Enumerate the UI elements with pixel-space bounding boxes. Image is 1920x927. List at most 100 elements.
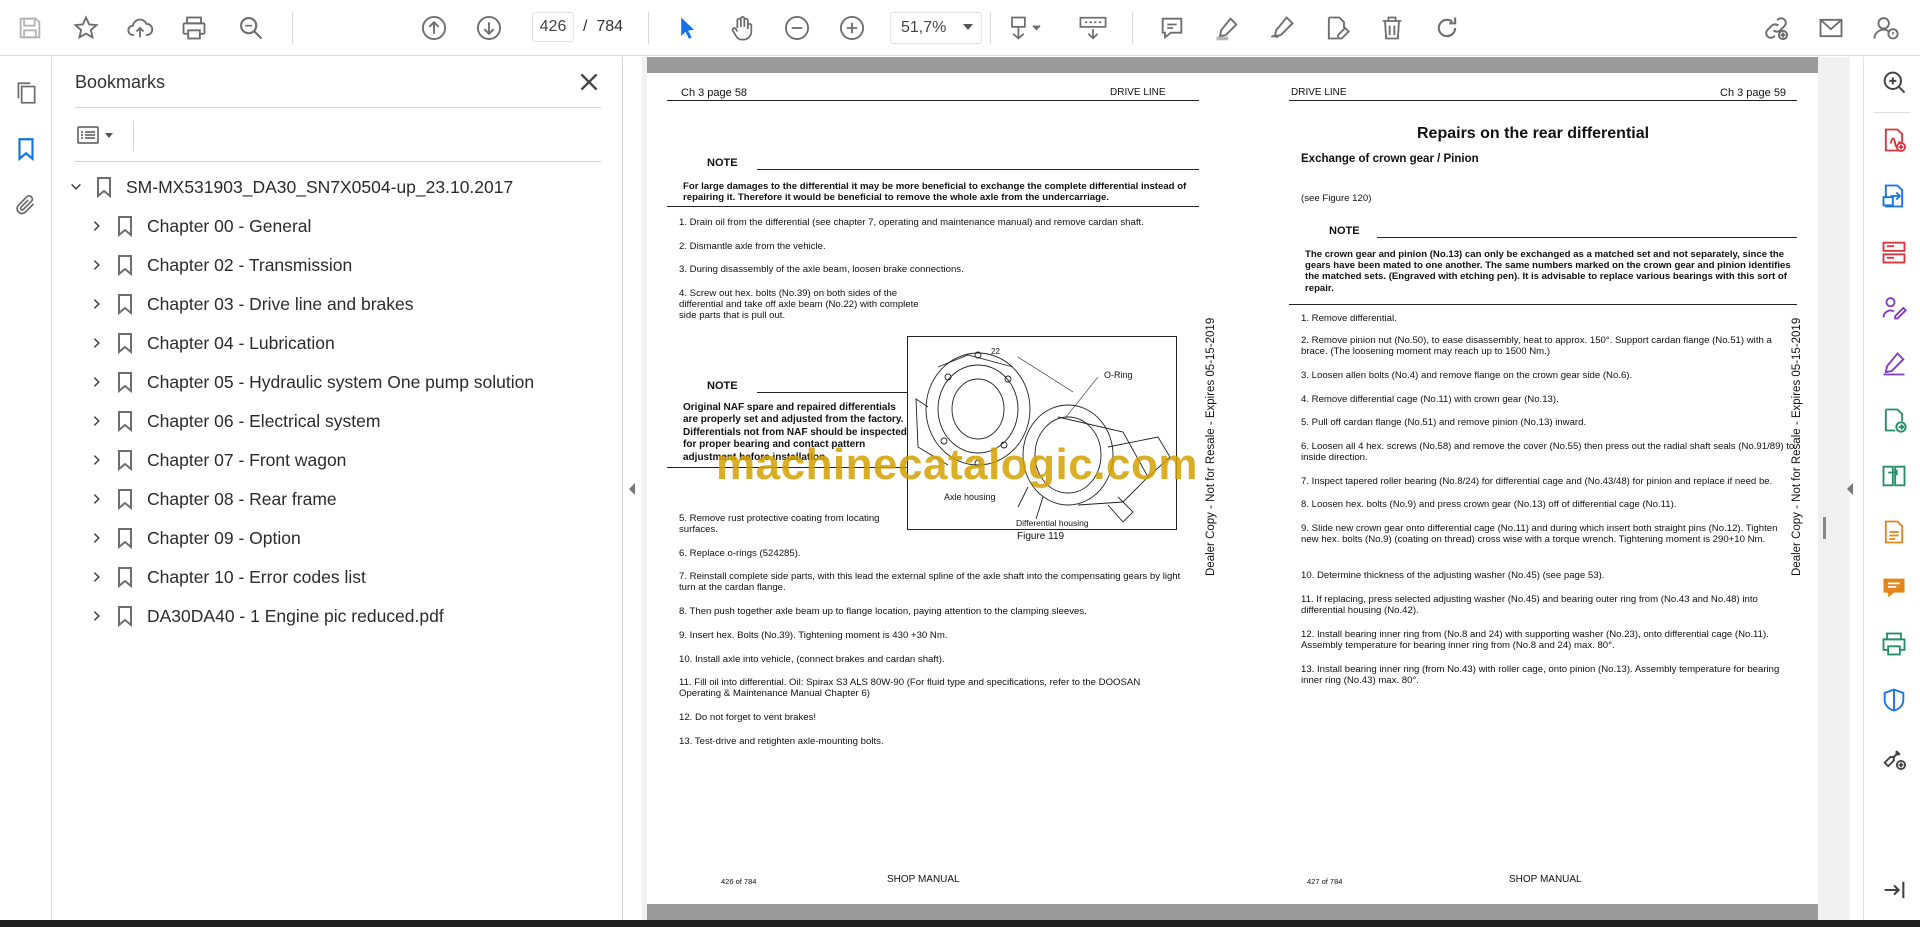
next-page-icon[interactable]	[471, 10, 507, 46]
bookmark-label: Chapter 09 - Option	[147, 527, 301, 548]
zoom-out-icon[interactable]	[779, 10, 815, 46]
create-pdf-icon[interactable]	[1879, 125, 1909, 155]
chevron-right-icon[interactable]	[89, 452, 105, 468]
redo-icon[interactable]	[1429, 10, 1465, 46]
step: 10. Determine thickness of the adjusting…	[1301, 570, 1605, 581]
bookmark-label: SM-MX531903_DA30_SN7X0504-up_23.10.2017	[126, 176, 514, 197]
fill-and-sign-icon[interactable]	[1879, 349, 1909, 379]
bookmark-item[interactable]: Chapter 07 - Front wagon	[89, 444, 346, 476]
bookmark-label: Chapter 07 - Front wagon	[147, 449, 347, 470]
zoom-level-select[interactable]: 51,7%	[890, 12, 982, 44]
chevron-right-icon[interactable]	[89, 374, 105, 390]
chevron-right-icon[interactable]	[89, 257, 105, 273]
bookmark-item[interactable]: Chapter 09 - Option	[89, 522, 301, 554]
fill-sign-icon[interactable]	[1319, 10, 1355, 46]
step: 9. Slide new crown gear onto differentia…	[1301, 523, 1778, 546]
chevron-right-icon[interactable]	[89, 413, 105, 429]
hand-tool-icon[interactable]	[724, 10, 760, 46]
zoom-in-icon[interactable]	[834, 10, 870, 46]
figure-callout: Axle housing	[944, 492, 996, 502]
bookmark-root[interactable]: SM-MX531903_DA30_SN7X0504-up_23.10.2017	[68, 171, 513, 203]
page-thumbnails-icon[interactable]	[10, 77, 42, 109]
share-link-icon[interactable]	[1758, 10, 1794, 46]
panel-title: Bookmarks	[75, 72, 166, 92]
chevron-right-icon[interactable]	[89, 569, 105, 585]
note-label: NOTE	[1329, 225, 1360, 237]
star-icon[interactable]	[68, 10, 104, 46]
chevron-right-icon[interactable]	[89, 296, 105, 312]
save-icon[interactable]	[12, 10, 48, 46]
bookmark-item[interactable]: Chapter 03 - Drive line and brakes	[89, 288, 414, 320]
step: 2. Dismantle axle from the vehicle.	[679, 241, 826, 252]
comment-icon[interactable]	[1154, 10, 1190, 46]
select-cursor-icon[interactable]	[669, 10, 705, 46]
step: 12. Install bearing inner ring from (No.…	[1301, 629, 1769, 652]
step: 9. Insert hex. Bolts (No.39). Tightening…	[679, 630, 948, 641]
bookmark-item[interactable]: Chapter 05 - Hydraulic system One pump s…	[89, 366, 534, 398]
print-icon[interactable]	[176, 10, 212, 46]
comment-tool-icon[interactable]	[1879, 573, 1909, 603]
bookmark-icon	[115, 293, 135, 315]
bookmark-item[interactable]: Chapter 10 - Error codes list	[89, 561, 366, 593]
bookmark-label: Chapter 04 - Lubrication	[147, 332, 335, 353]
figure-callout: Differential housing	[1016, 518, 1089, 528]
page-header-right: DRIVE LINE	[1110, 87, 1166, 98]
scan-ocr-icon[interactable]	[1879, 517, 1909, 547]
step: 4. Screw out hex. bolts (No.39) on both …	[679, 288, 919, 322]
step: 12. Do not forget to vent brakes!	[679, 712, 817, 723]
delete-icon[interactable]	[1374, 10, 1410, 46]
draw-freehand-icon[interactable]	[1264, 10, 1300, 46]
figure-119-image: 22 O-Ring Axle housing Differential hous…	[907, 336, 1177, 530]
chevron-down-icon	[963, 24, 973, 30]
bookmark-item[interactable]: Chapter 08 - Rear frame	[89, 483, 337, 515]
expand-pane-icon[interactable]	[1879, 875, 1909, 905]
collapse-right-panel-icon[interactable]	[1845, 480, 1855, 498]
highlight-pen-icon[interactable]	[1209, 10, 1245, 46]
chevron-down-icon[interactable]	[68, 179, 84, 195]
top-toolbar: / 784 51,7%	[0, 0, 1920, 56]
chevron-right-icon[interactable]	[89, 218, 105, 234]
attachments-paperclip-icon[interactable]	[10, 189, 42, 221]
step: 11. If replacing, press selected adjusti…	[1301, 594, 1758, 617]
bookmark-label: Chapter 06 - Electrical system	[147, 410, 381, 431]
step: 6. Replace o-rings (524285).	[679, 548, 801, 559]
chevron-right-icon[interactable]	[89, 530, 105, 546]
zoom-search-icon[interactable]	[1879, 67, 1909, 97]
compare-files-icon[interactable]	[1879, 461, 1909, 491]
account-help-icon[interactable]	[1868, 10, 1904, 46]
chevron-right-icon[interactable]	[89, 335, 105, 351]
page-display-icon[interactable]	[1002, 10, 1050, 46]
step: 5. Remove rust protective coating from l…	[679, 513, 880, 536]
scroll-mode-icon[interactable]	[1073, 10, 1113, 46]
step: 10. Install axle into vehicle, (connect …	[679, 654, 945, 665]
request-signature-icon[interactable]	[1879, 293, 1909, 323]
vertical-scrollbar[interactable]	[1818, 57, 1834, 920]
bookmark-item[interactable]: DA30DA40 - 1 Engine pic reduced.pdf	[89, 600, 444, 632]
figure-callout: 22	[991, 347, 1000, 356]
bookmark-item[interactable]: Chapter 04 - Lubrication	[89, 327, 335, 359]
organize-pages-icon[interactable]	[1879, 237, 1909, 267]
print-production-icon[interactable]	[1879, 629, 1909, 659]
upload-cloud-icon[interactable]	[122, 10, 158, 46]
scrollbar-thumb[interactable]	[1823, 517, 1826, 539]
export-pdf-icon[interactable]	[1879, 181, 1909, 211]
collapse-left-panel-icon[interactable]	[627, 480, 637, 498]
close-icon[interactable]	[576, 69, 602, 95]
section-title: Repairs on the rear differential	[1417, 125, 1650, 142]
step: 11. Fill oil into differential. Oil: Spi…	[679, 677, 1141, 700]
bookmark-item[interactable]: Chapter 06 - Electrical system	[89, 405, 380, 437]
send-for-review-icon[interactable]	[1879, 405, 1909, 435]
page-number-input[interactable]	[532, 12, 574, 42]
email-icon[interactable]	[1813, 10, 1849, 46]
previous-page-icon[interactable]	[416, 10, 452, 46]
bookmarks-icon[interactable]	[10, 133, 42, 165]
find-icon[interactable]	[233, 10, 269, 46]
chevron-right-icon[interactable]	[89, 491, 105, 507]
bookmark-item[interactable]: Chapter 02 - Transmission	[89, 249, 352, 281]
bookmark-options-button[interactable]	[75, 120, 125, 150]
note-label: NOTE	[707, 380, 738, 392]
protect-shield-icon[interactable]	[1879, 685, 1909, 715]
chevron-right-icon[interactable]	[89, 608, 105, 624]
more-tools-icon[interactable]	[1879, 743, 1909, 773]
bookmark-item[interactable]: Chapter 00 - General	[89, 210, 311, 242]
